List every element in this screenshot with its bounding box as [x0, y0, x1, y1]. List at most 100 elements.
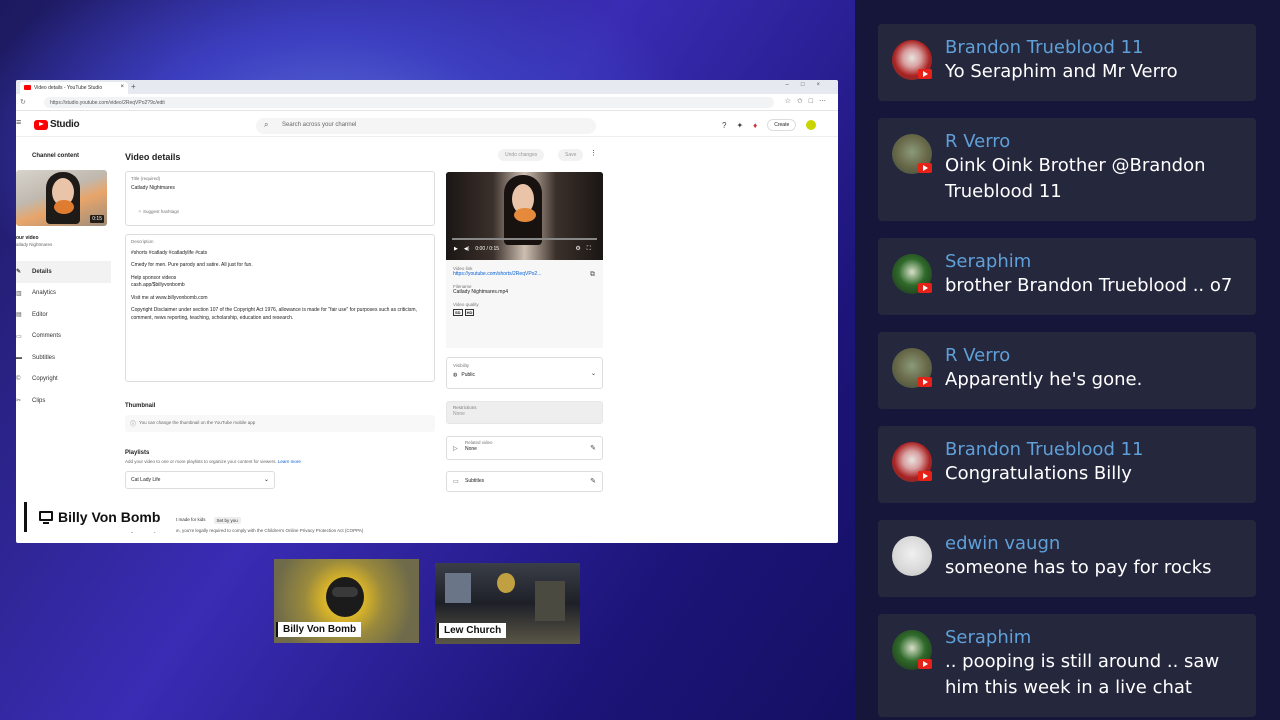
save-button[interactable]: Save	[558, 149, 584, 161]
learn-more-link[interactable]: Learn more	[278, 459, 301, 464]
reload-icon[interactable]: ↻	[20, 98, 26, 106]
hd-badge: HD	[464, 309, 475, 316]
thumbnail-heading: Thumbnail	[125, 403, 156, 409]
youtube-badge-icon	[918, 283, 932, 293]
youtube-badge-icon	[918, 659, 932, 669]
chevron-down-icon: ⌄	[263, 477, 269, 483]
youtube-badge-icon	[918, 163, 932, 173]
sidebar-item-comments[interactable]: ▭ Comments	[16, 326, 111, 348]
sidebar-item-analytics[interactable]: ▥ Analytics	[16, 283, 111, 305]
sparkle-icon[interactable]: ✦	[736, 121, 743, 130]
close-tab-icon[interactable]: ×	[120, 84, 124, 90]
pencil-icon[interactable]: ✎	[590, 444, 596, 452]
webcam-billy: Billy Von Bomb	[274, 559, 419, 643]
chat-message: edwin vaugn someone has to pay for rocks	[878, 520, 1256, 597]
play-icon[interactable]: ▶	[454, 246, 458, 252]
search-input[interactable]: ⌕ Search across your channel	[256, 118, 596, 134]
sidebar-item-copyright[interactable]: © Copyright	[16, 369, 111, 391]
shared-screen: Video details - YouTube Studio × + –□× ↻…	[16, 80, 838, 543]
chat-text: Congratulations Billy	[945, 463, 1132, 484]
video-preview-player[interactable]: ▶ ◀) 0:00 / 0:15 ⚙⛶	[446, 172, 603, 260]
suggest-hashtags-button[interactable]: ✧ Suggest hashtags	[138, 209, 179, 215]
browser-tab[interactable]: Video details - YouTube Studio ×	[20, 82, 128, 94]
video-info-box: Video link https://youtube.com/shorts/2R…	[446, 260, 603, 348]
progress-bar[interactable]	[452, 238, 597, 240]
more-options-icon[interactable]: ⋮	[590, 149, 597, 157]
sidebar-item-details[interactable]: ✎ Details	[16, 261, 111, 283]
youtube-play-icon	[34, 119, 48, 130]
description-field[interactable]: Description #shorts #catlady #catladylif…	[125, 234, 435, 382]
pencil-icon[interactable]: ✎	[590, 477, 596, 485]
youtube-badge-icon	[918, 471, 932, 481]
browser-tab-bar: Video details - YouTube Studio × + –□×	[16, 80, 838, 94]
title-field[interactable]: Title (required) Catlady Nightmares ✧ Su…	[125, 171, 435, 226]
account-avatar[interactable]	[806, 120, 817, 130]
subtitles-field[interactable]: ▭ Subtitles ✎	[446, 471, 603, 492]
playlists-heading: Playlists	[125, 450, 150, 456]
playlist-select[interactable]: Cat Lady Life ⌄	[125, 471, 275, 489]
browser-toolbar-icons[interactable]: ☆✩□⋯	[785, 97, 832, 105]
studio-sidebar: Channel content 0:15 our video atlady Ni…	[16, 137, 118, 543]
info-icon: ⓘ	[130, 422, 137, 428]
monitor-icon	[39, 511, 53, 524]
youtube-favicon-icon	[24, 85, 31, 90]
scissors-icon: ✂	[16, 398, 22, 405]
help-icon[interactable]: ?	[722, 121, 726, 130]
url-field[interactable]: https://studio.youtube.com/video/2ReqVPo…	[44, 97, 774, 108]
sidebar-item-subtitles[interactable]: ▬ Subtitles	[16, 347, 111, 369]
your-video-title: atlady Nightmares	[16, 242, 53, 247]
new-tab-icon[interactable]: +	[131, 82, 136, 91]
chart-icon: ▥	[16, 290, 22, 297]
address-bar: ↻ https://studio.youtube.com/video/2ReqV…	[16, 94, 838, 111]
video-link[interactable]: https://youtube.com/shorts/2ReqVPo2...	[453, 271, 596, 277]
sidebar-item-editor[interactable]: ▤ Editor	[16, 304, 111, 326]
webcam-label: Billy Von Bomb	[276, 622, 362, 637]
sidebar-title: Channel content	[32, 153, 80, 159]
chevron-down-icon: ⌄	[590, 371, 596, 377]
filename-value: Catlady Nightmares.mp4	[453, 289, 509, 295]
audience-row: t made for kids Set by you	[176, 517, 241, 524]
youtube-studio-logo[interactable]: Studio	[34, 119, 80, 130]
chat-author: R Verro	[945, 345, 1011, 366]
tab-title: Video details - YouTube Studio	[34, 85, 103, 91]
volume-icon[interactable]: ◀)	[464, 246, 470, 252]
webcam-lew: Lew Church	[435, 563, 580, 644]
chat-message: Brandon Trueblood 11 Congratulations Bil…	[878, 426, 1256, 503]
notification-icon[interactable]: ♦	[753, 121, 757, 130]
globe-icon: ◍	[453, 372, 458, 378]
avatar	[892, 536, 932, 576]
create-button[interactable]: Create	[767, 119, 797, 131]
chat-author: Brandon Trueblood 11	[945, 439, 1144, 460]
chat-text: .. pooping is still around .. saw him th…	[945, 651, 1220, 698]
video-quality-label: Video quality	[453, 302, 479, 307]
search-placeholder: Search across your channel	[282, 122, 357, 128]
your-video-label: our video	[16, 235, 39, 241]
visibility-select[interactable]: Visibility ◍ Public ⌄	[446, 357, 603, 389]
undo-changes-button[interactable]: Undo changes	[498, 149, 545, 161]
sidebar-video-thumbnail[interactable]: 0:15	[16, 170, 107, 226]
title-value: Catlady Nightmares	[131, 185, 175, 191]
description-line: #shorts #catlady #catladylife #cats	[131, 249, 208, 256]
page-title: Video details	[125, 152, 181, 162]
chat-message: R Verro Apparently he's gone.	[878, 332, 1256, 409]
search-icon: ⌕	[264, 120, 269, 129]
description-line: Copyright Disclaimer under section 107 o…	[131, 307, 417, 321]
player-settings-icons[interactable]: ⚙⛶	[575, 245, 597, 253]
description-line: Visit me at www.billyvonbomb.com	[131, 294, 208, 301]
window-controls[interactable]: –□×	[786, 82, 832, 88]
related-video-field[interactable]: ▷ Related video None ✎	[446, 436, 603, 460]
copy-icon[interactable]: ⧉	[590, 271, 595, 279]
sidebar-item-clips[interactable]: ✂ Clips	[16, 390, 111, 412]
sidebar-nav: ✎ Details ▥ Analytics ▤ Editor ▭ Comments ▬ S…	[16, 261, 111, 412]
header-actions: ? ✦ ♦ Create	[722, 119, 817, 131]
menu-icon[interactable]: ≡	[16, 117, 21, 127]
chat-text: Yo Seraphim and Mr Verro	[945, 61, 1178, 82]
chat-author: R Verro	[945, 131, 1011, 152]
title-field-label: Title (required)	[131, 176, 161, 181]
description-label: Description	[131, 239, 154, 244]
youtube-badge-icon	[918, 69, 932, 79]
chat-message: Seraphim brother Brandon Trueblood .. o7	[878, 238, 1256, 315]
chat-text: Apparently he's gone.	[945, 369, 1143, 390]
chat-text: Oink Oink Brother @Brandon Trueblood 11	[945, 155, 1206, 202]
webcam-label: Lew Church	[437, 623, 507, 638]
